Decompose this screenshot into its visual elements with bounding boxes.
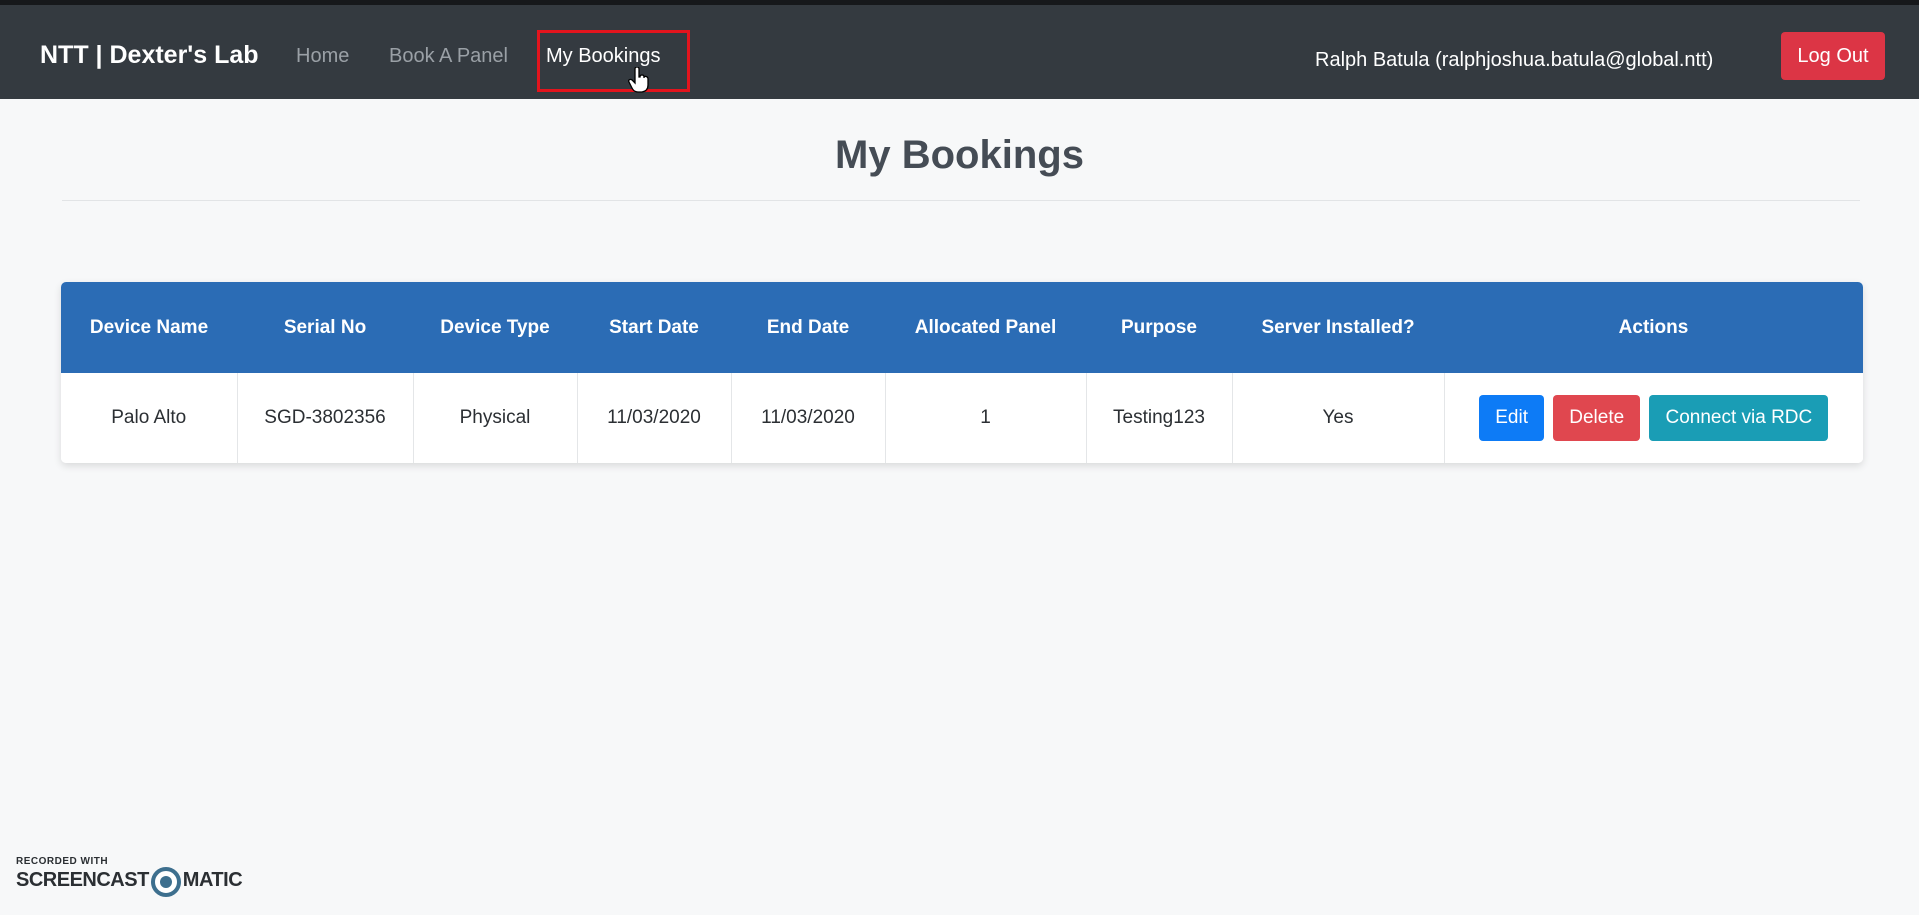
bookings-table: Device Name Serial No Device Type Start … (61, 282, 1863, 463)
hand-pointer-icon (628, 67, 649, 93)
connect-rdc-button[interactable]: Connect via RDC (1649, 395, 1829, 441)
cell-end-date: 11/03/2020 (731, 373, 886, 463)
delete-button[interactable]: Delete (1553, 395, 1641, 441)
cell-allocated-panel: 1 (885, 373, 1087, 463)
column-header: Server Installed? (1232, 282, 1444, 373)
cell-actions: Edit Delete Connect via RDC (1444, 373, 1863, 463)
column-header: Purpose (1086, 282, 1232, 373)
screencast-logo-icon (150, 867, 181, 897)
watermark-text-right: MATIC (182, 869, 243, 892)
column-header: End Date (731, 282, 885, 373)
page-title: My Bookings (835, 133, 1084, 177)
cell-start-date: 11/03/2020 (577, 373, 732, 463)
column-header: Device Name (61, 282, 237, 373)
edit-button[interactable]: Edit (1479, 395, 1544, 441)
column-header: Serial No (237, 282, 413, 373)
navbar: NTT | Dexter's Lab Home Book A Panel My … (0, 5, 1919, 99)
table-row: Palo Alto SGD-3802356 Physical 11/03/202… (61, 373, 1863, 463)
table-header-row: Device Name Serial No Device Type Start … (61, 282, 1863, 373)
watermark-caption: RECORDED WITH (16, 856, 109, 867)
user-info: Ralph Batula (ralphjoshua.batula@global.… (1315, 49, 1714, 71)
column-header: Start Date (577, 282, 731, 373)
column-header: Actions (1444, 282, 1863, 373)
screencast-watermark: RECORDED WITH SCREENCAST MATIC (16, 856, 243, 897)
column-header: Allocated Panel (885, 282, 1086, 373)
cell-device-type: Physical (413, 373, 578, 463)
cell-purpose: Testing123 (1086, 373, 1233, 463)
brand-logo[interactable]: NTT | Dexter's Lab (40, 41, 259, 70)
cell-serial-no: SGD-3802356 (237, 373, 414, 463)
cell-server-installed: Yes (1232, 373, 1445, 463)
title-divider (62, 200, 1860, 201)
bookings-table-container: Device Name Serial No Device Type Start … (61, 282, 1863, 463)
nav-home-link[interactable]: Home (296, 45, 349, 68)
column-header: Device Type (413, 282, 577, 373)
watermark-text-left: SCREENCAST (16, 869, 149, 892)
nav-book-panel-link[interactable]: Book A Panel (389, 45, 508, 68)
cell-device-name: Palo Alto (61, 373, 238, 463)
logout-button[interactable]: Log Out (1781, 32, 1885, 80)
highlight-box (537, 30, 690, 92)
